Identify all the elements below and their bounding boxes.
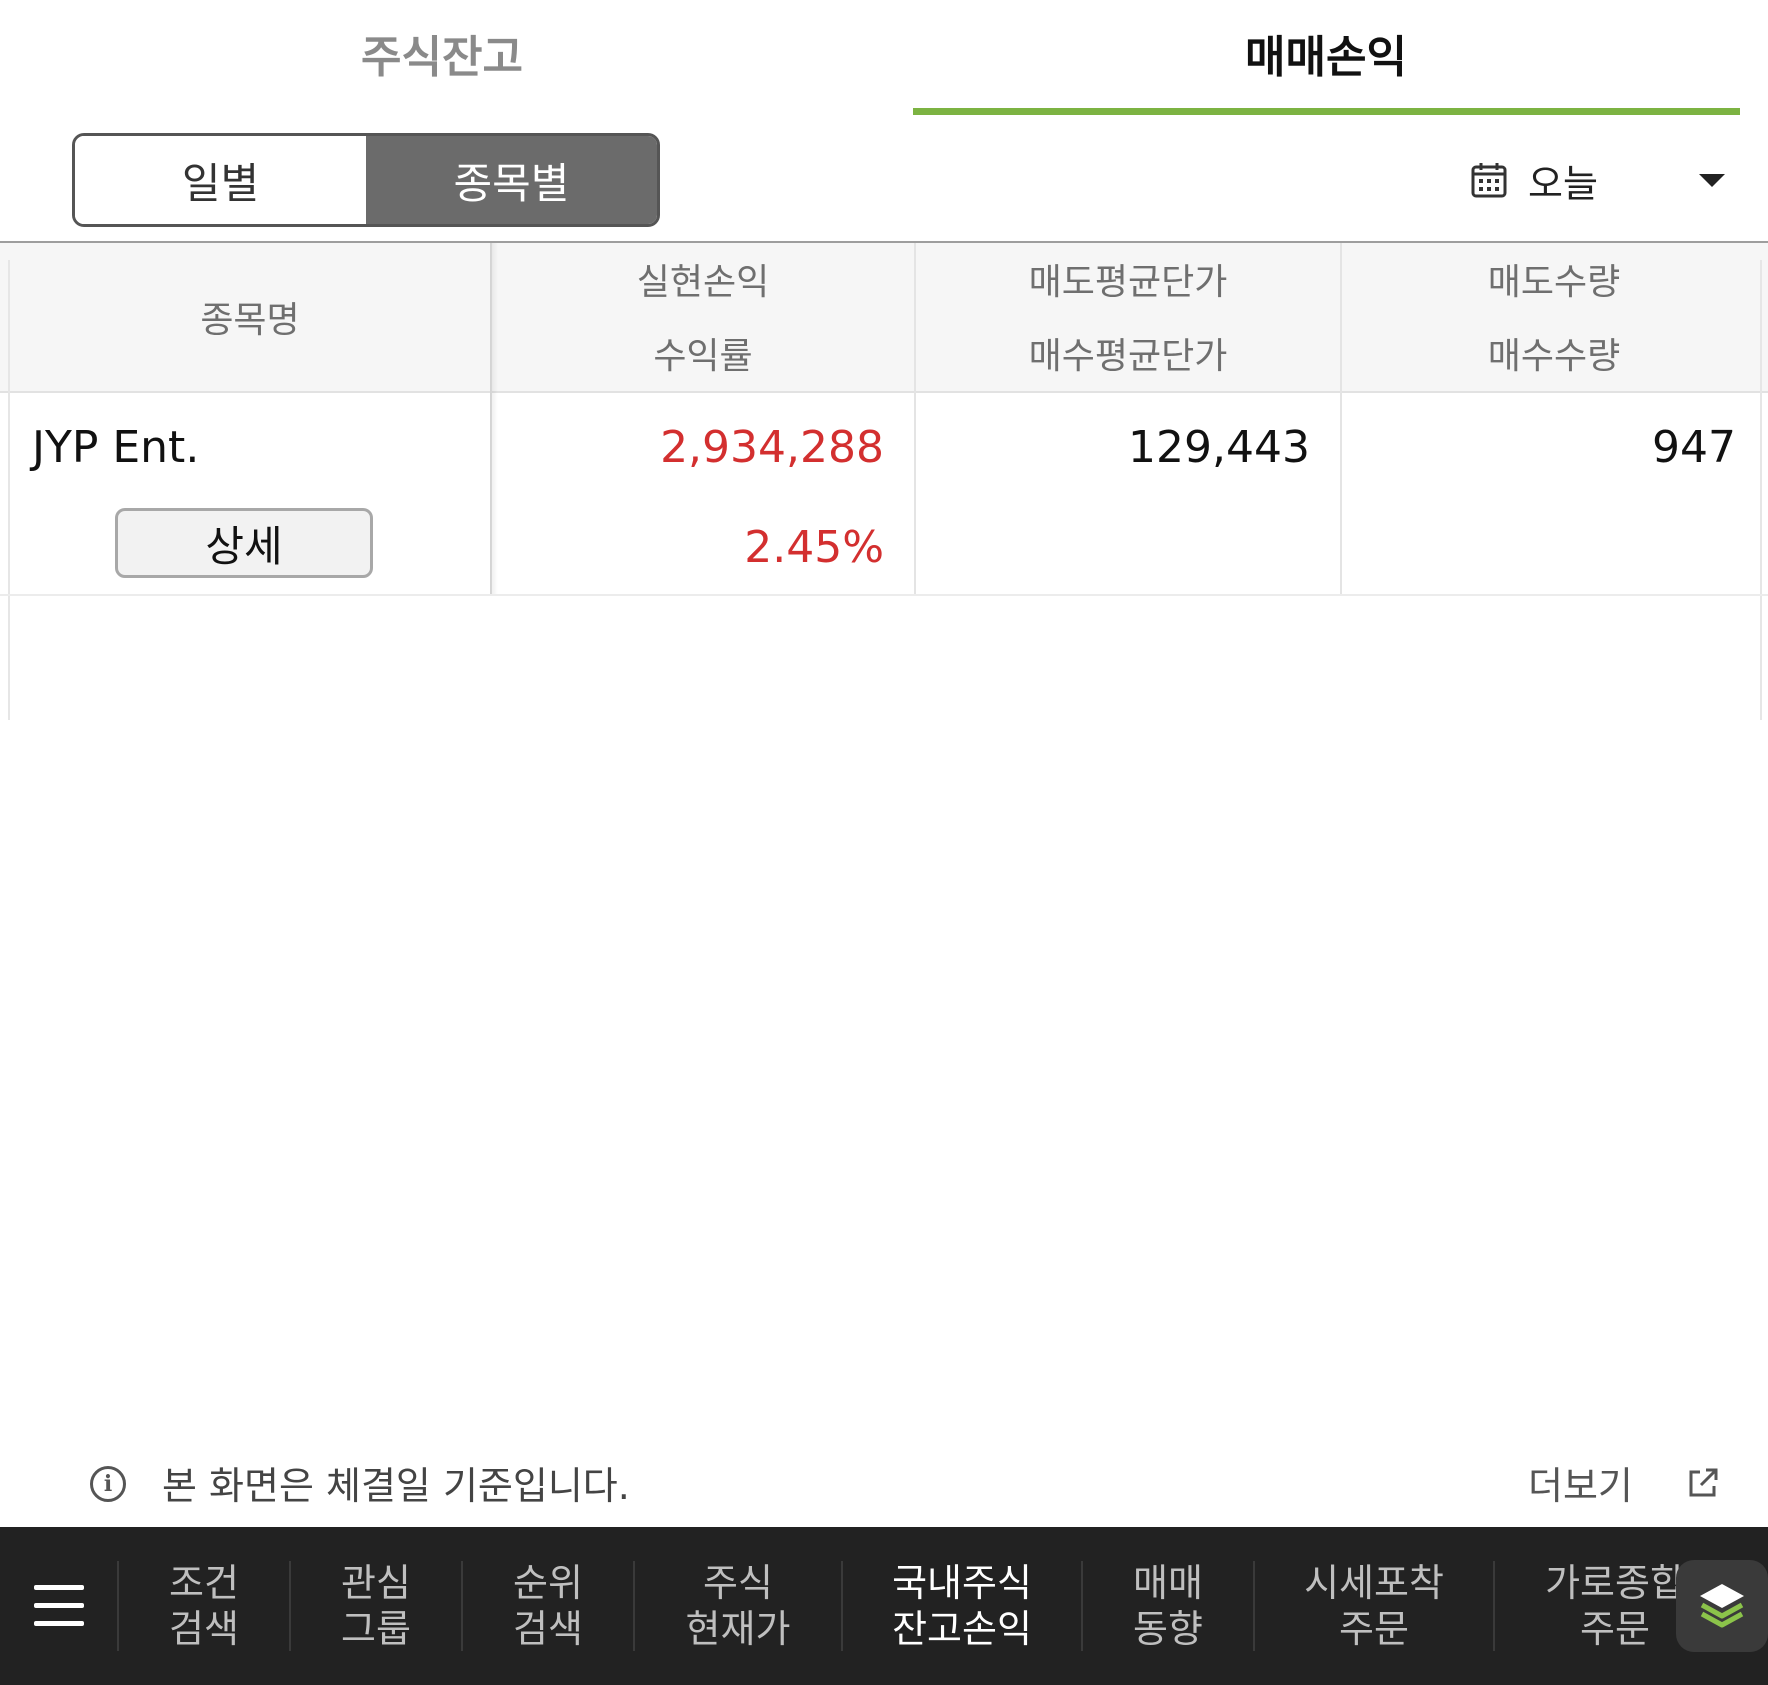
date-filter-value: 오늘 [1528, 161, 1598, 206]
nav-stock-price[interactable]: 주식 현재가 [635, 1527, 841, 1685]
header-avg-buy-price: 매수평균단가 [1028, 336, 1228, 377]
nav-label-line1: 조건 [169, 1561, 239, 1605]
nav-label-line1: 시세포착 [1304, 1561, 1444, 1605]
layers-icon [1700, 1584, 1744, 1628]
segment-by-stock-button[interactable]: 종목별 [366, 136, 657, 224]
date-filter-dropdown[interactable]: 오늘 [1470, 150, 1725, 210]
avg-sell-price-value: 129,443 [1128, 422, 1310, 473]
nav-price-catch-order[interactable]: 시세포착 주문 [1255, 1527, 1493, 1685]
return-rate-value: 2.45% [744, 522, 884, 573]
nav-domestic-balance-pnl[interactable]: 국내주식 잔고손익 [843, 1527, 1081, 1685]
nav-label-line1: 가로종합 [1545, 1561, 1685, 1605]
segment-daily-button[interactable]: 일별 [75, 136, 366, 224]
layers-button[interactable] [1676, 1560, 1768, 1652]
header-return-rate: 수익률 [653, 336, 753, 377]
realized-pnl-value: 2,934,288 [660, 422, 884, 473]
header-realized-pnl: 실현손익 [636, 262, 770, 303]
menu-icon[interactable] [34, 1585, 84, 1627]
calendar-icon [1471, 163, 1507, 198]
nav-watch-group[interactable]: 관심 그룹 [291, 1527, 461, 1685]
chevron-down-icon [1699, 174, 1725, 187]
column-divider [1340, 243, 1342, 596]
nav-label-line2: 그룹 [341, 1607, 411, 1651]
table-header: 종목명 실현손익 수익률 매도평균단가 매수평균단가 매도수량 매수수량 [0, 243, 1768, 393]
table-right-edge [1760, 260, 1762, 720]
info-icon: i [90, 1466, 126, 1502]
header-sell-qty: 매도수량 [1487, 262, 1621, 303]
nav-label-line2: 주문 [1580, 1607, 1650, 1651]
nav-rank-search[interactable]: 순위 검색 [463, 1527, 633, 1685]
nav-label-line2: 검색 [169, 1607, 239, 1651]
nav-label-line1: 관심 [341, 1561, 411, 1605]
header-stock-name: 종목명 [200, 300, 300, 341]
nav-label-line1: 순위 [513, 1561, 583, 1605]
notice-text: 본 화면은 체결일 기준입니다. [162, 1464, 630, 1508]
nav-condition-search[interactable]: 조건 검색 [119, 1527, 289, 1685]
detail-button[interactable]: 상세 [115, 508, 373, 578]
nav-label-line1: 매매 [1133, 1561, 1203, 1605]
nav-label-line2: 현재가 [685, 1607, 791, 1651]
nav-label-line2: 동향 [1133, 1607, 1203, 1651]
tab-trade-pnl[interactable]: 매매손익 [884, 0, 1768, 105]
nav-trade-trend[interactable]: 매매 동향 [1083, 1527, 1253, 1685]
sell-qty-value: 947 [1652, 422, 1736, 473]
nav-label-line2: 잔고손익 [892, 1607, 1032, 1651]
stock-name: JYP Ent. [32, 422, 200, 473]
view-segment-control: 일별 종목별 [72, 133, 660, 227]
tab-stock-balance[interactable]: 주식잔고 [0, 0, 884, 105]
header-avg-sell-price: 매도평균단가 [1028, 262, 1228, 303]
bottom-nav: 조건 검색 관심 그룹 순위 검색 주식 현재가 국내주식 잔고손익 매매 동향… [0, 1527, 1768, 1685]
table-left-edge [8, 260, 10, 720]
header-buy-qty: 매수수량 [1487, 336, 1621, 377]
external-link-icon[interactable] [1686, 1466, 1720, 1500]
more-link[interactable]: 더보기 [1528, 1455, 1633, 1510]
nav-label-line2: 주문 [1339, 1607, 1409, 1651]
row-divider [0, 594, 1768, 596]
active-tab-indicator [913, 108, 1740, 115]
column-divider [914, 243, 916, 596]
nav-label-line1: 국내주식 [892, 1561, 1032, 1605]
nav-label-line1: 주식 [703, 1561, 773, 1605]
nav-label-line2: 검색 [513, 1607, 583, 1651]
